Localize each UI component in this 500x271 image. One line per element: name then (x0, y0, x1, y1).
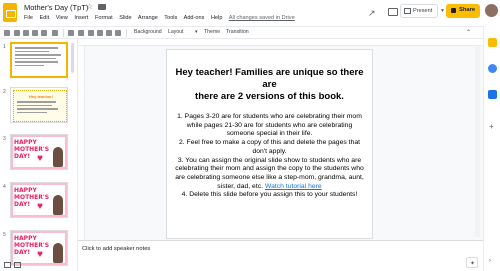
comment-add-icon[interactable] (115, 30, 121, 36)
redo-icon[interactable] (23, 30, 29, 36)
activity-dashboard-icon[interactable]: ↗ (368, 8, 376, 19)
lock-icon (451, 8, 456, 13)
slide-thumbnail-2[interactable]: Hey teacher! (10, 87, 68, 123)
menu-format[interactable]: Format (95, 15, 113, 21)
menu-tools[interactable]: Tools (164, 15, 177, 21)
thumbnail-note-title: Hey teacher! (29, 94, 54, 99)
list-item: 3. You can assign the original slide sho… (173, 157, 366, 192)
toolbar-divider (126, 29, 127, 37)
chevron-up-icon[interactable]: ⌃ (466, 29, 471, 36)
share-button[interactable]: Share (446, 4, 480, 18)
grid-view-icon[interactable] (4, 262, 11, 268)
side-panel: + › (483, 26, 500, 271)
thumbnail-note-frame: Hey teacher! (13, 90, 67, 122)
slide-number: 4 (3, 184, 6, 190)
slide-number: 2 (3, 89, 6, 95)
menu-help[interactable]: Help (211, 15, 223, 21)
line-icon[interactable] (106, 30, 112, 36)
menu-file[interactable]: File (24, 15, 33, 21)
thumbnail-text (17, 101, 63, 115)
background-button[interactable]: Background (134, 29, 162, 35)
menu-edit[interactable]: Edit (40, 15, 50, 21)
filmstrip-scrollbar[interactable] (71, 43, 74, 73)
present-button[interactable]: Present (400, 4, 438, 18)
speaker-notes-placeholder: Click to add speaker notes (82, 246, 151, 252)
share-label: Share (459, 7, 476, 13)
slide-thumbnail-3[interactable]: HAPPY MOTHER'S DAY! ♥ (10, 134, 68, 170)
speaker-notes[interactable]: Click to add speaker notes ✦ (78, 240, 483, 271)
heart-icon: ♥ (37, 249, 43, 260)
slide-number: 3 (3, 136, 6, 142)
slide-number: 1 (3, 44, 6, 50)
list-item: 2. Feel free to make a copy of this and … (179, 139, 360, 155)
undo-icon[interactable] (14, 30, 20, 36)
print-icon[interactable] (32, 30, 38, 36)
app-header: Mother's Day (TpT) ☆ File Edit View Inse… (0, 0, 500, 26)
zoom-icon[interactable] (52, 30, 58, 36)
comment-icon[interactable] (388, 8, 398, 16)
toolbar: Background Layout ▾ Theme Transition ⌃ (0, 26, 500, 39)
slide-filmstrip: 1 2 Hey teacher! 3 HAPPY MOTHER'S DAY! ♥ (0, 39, 78, 271)
menu-bar: File Edit View Insert Format Slide Arran… (24, 15, 300, 21)
folder-icon[interactable] (98, 4, 106, 10)
transition-button[interactable]: Transition (226, 29, 249, 35)
image-icon[interactable] (88, 30, 94, 36)
paint-format-icon[interactable] (41, 30, 47, 36)
present-label: Present (413, 8, 433, 14)
star-icon[interactable]: ☆ (86, 2, 93, 11)
theme-button[interactable]: Theme (204, 29, 220, 35)
slide-heading[interactable]: Hey teacher! Families are unique so ther… (173, 67, 366, 103)
chevron-down-icon[interactable]: ▼ (440, 8, 445, 14)
shape-icon[interactable] (97, 30, 103, 36)
text-box-icon[interactable] (78, 30, 84, 36)
slides-logo-icon[interactable] (3, 3, 17, 22)
add-ons-plus-icon[interactable]: + (489, 122, 494, 131)
menu-addons[interactable]: Add-ons (184, 15, 205, 21)
new-slide-icon[interactable] (4, 30, 10, 36)
slide-canvas-area: Hey teacher! Families are unique so ther… (78, 39, 483, 240)
toolbar-divider (63, 29, 64, 37)
slide-thumbnail-1[interactable] (10, 42, 68, 78)
heart-icon: ♥ (37, 201, 43, 212)
chevron-right-icon[interactable]: › (489, 258, 491, 264)
explore-button[interactable]: ✦ (466, 257, 478, 268)
calendar-icon[interactable] (488, 90, 497, 99)
layout-button[interactable]: Layout (168, 29, 184, 35)
chevron-down-icon[interactable]: ▾ (195, 29, 198, 35)
document-title[interactable]: Mother's Day (TpT) (24, 3, 88, 12)
person-illustration (53, 243, 63, 263)
explore-icon: ✦ (470, 261, 476, 267)
current-slide[interactable]: Hey teacher! Families are unique so ther… (166, 49, 373, 239)
slide-heading-line: there are 2 versions of this book. (195, 91, 344, 102)
menu-slide[interactable]: Slide (119, 15, 131, 21)
menu-arrange[interactable]: Arrange (138, 15, 158, 21)
slide-thumbnail-4[interactable]: HAPPY MOTHER'S DAY! ♥ (10, 182, 68, 218)
menu-view[interactable]: View (56, 15, 68, 21)
filmstrip-view-icon[interactable] (14, 262, 21, 268)
present-icon (404, 8, 411, 14)
save-status[interactable]: All changes saved in Drive (229, 15, 295, 21)
person-illustration (53, 195, 63, 215)
slide-thumbnail-5[interactable]: HAPPY MOTHER'S DAY! ♥ (10, 230, 68, 266)
vertical-ruler (78, 46, 85, 240)
horizontal-ruler (78, 39, 483, 46)
slide-number: 5 (3, 232, 6, 238)
person-illustration (53, 147, 63, 167)
heart-icon: ♥ (37, 153, 43, 164)
keep-icon[interactable] (488, 38, 497, 47)
list-item: 1. Pages 3-20 are for students who are c… (177, 113, 362, 138)
instruction-list[interactable]: 1. Pages 3-20 are for students who are c… (173, 113, 366, 200)
tutorial-link[interactable]: Watch tutorial here (265, 183, 322, 190)
canvas-scrollbar[interactable] (475, 47, 480, 237)
select-cursor-icon[interactable] (68, 30, 74, 36)
list-item: 4. Delete this slide before you assign t… (181, 191, 358, 199)
thumbnail-text (15, 47, 63, 68)
avatar[interactable] (485, 4, 498, 17)
tasks-icon[interactable] (488, 64, 497, 73)
menu-insert[interactable]: Insert (74, 15, 88, 21)
slide-heading-line: Hey teacher! Families are unique so ther… (175, 67, 364, 90)
